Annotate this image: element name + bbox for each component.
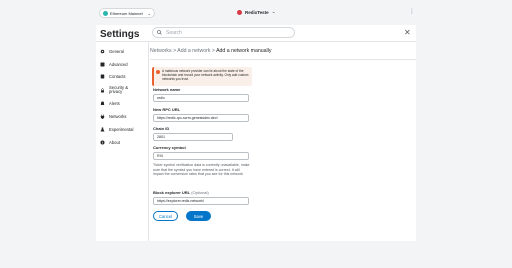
search-input[interactable]: Search xyxy=(152,27,295,38)
save-button[interactable]: Save xyxy=(186,211,211,221)
sidebar-item-label: Security & privacy xyxy=(109,84,129,95)
search-placeholder: Search xyxy=(166,29,182,36)
close-icon[interactable]: ✕ xyxy=(404,28,411,37)
account-name: RedixTeste xyxy=(245,9,269,15)
chain-id-value: 2801 xyxy=(157,135,165,139)
search-icon xyxy=(157,30,162,35)
bell-icon xyxy=(100,101,105,106)
account-menu[interactable]: RedixTeste ⌄ xyxy=(237,9,275,15)
network-selector[interactable]: Ethereum Mainnet ⌄ xyxy=(99,8,155,18)
network-name-label: Network name xyxy=(153,87,181,92)
explorer-optional: (Optional) xyxy=(191,190,209,195)
explorer-label: Block explorer URL (Optional) xyxy=(153,190,209,195)
sidebar-item-label: Experimental xyxy=(109,126,134,132)
book-icon xyxy=(100,74,105,79)
block-explorer-field[interactable]: https://explorer.redix.network/ xyxy=(153,197,249,205)
sidebar-item-label: Networks xyxy=(109,114,127,120)
sidebar-item-label: Alerts xyxy=(109,101,120,107)
rpc-url-value: https://redix-rpc-scrm.genesisdex.dev/ xyxy=(157,116,218,120)
breadcrumb-networks[interactable]: Networks xyxy=(150,48,172,54)
sidebar-item-general[interactable]: General xyxy=(96,45,146,58)
more-options-icon[interactable]: ⋮ xyxy=(409,8,415,15)
rpc-url-label: New RPC URL xyxy=(153,107,181,112)
network-name-value: redix xyxy=(157,96,165,100)
info-icon xyxy=(100,140,105,145)
chevron-down-icon: ⌄ xyxy=(147,10,151,16)
rpc-url-field[interactable]: https://redix-rpc-scrm.genesisdex.dev/ xyxy=(153,114,249,122)
network-name-field[interactable]: redix xyxy=(153,94,249,102)
settings-panel: Settings Search ✕ General Advanced Conta… xyxy=(96,25,416,241)
account-avatar-icon xyxy=(237,9,242,15)
sidebar-item-networks[interactable]: Networks xyxy=(96,110,146,123)
explorer-label-text: Block explorer URL xyxy=(153,190,191,195)
network-label: Ethereum Mainnet xyxy=(110,10,143,16)
sidebar-item-alerts[interactable]: Alerts xyxy=(96,97,146,110)
currency-symbol-value: RXI xyxy=(157,154,163,158)
breadcrumb-current: Add a network manually xyxy=(216,48,272,54)
plug-icon xyxy=(100,114,105,120)
sliders-icon xyxy=(100,62,105,67)
sidebar-item-label: Advanced xyxy=(109,61,128,67)
sidebar-divider xyxy=(148,42,149,241)
lock-icon xyxy=(101,88,104,93)
settings-sidebar: General Advanced Contacts Security & pri… xyxy=(96,45,146,149)
sidebar-item-label: About xyxy=(109,139,120,145)
network-dot-icon xyxy=(103,10,108,16)
warning-banner: A malicious network provider can lie abo… xyxy=(152,67,252,86)
warning-icon xyxy=(156,70,160,74)
sidebar-item-label: Contacts xyxy=(109,74,126,80)
flask-icon xyxy=(100,127,105,132)
currency-symbol-label: Currency symbol xyxy=(153,145,186,150)
sidebar-item-advanced[interactable]: Advanced xyxy=(96,58,146,71)
chevron-down-icon: ⌄ xyxy=(271,9,276,14)
chain-id-label: Chain ID xyxy=(153,126,170,131)
chain-id-field[interactable]: 2801 xyxy=(153,133,233,141)
breadcrumb-separator: > xyxy=(173,48,177,54)
header-divider xyxy=(96,41,416,42)
breadcrumb-add-network[interactable]: Add a network xyxy=(177,48,210,54)
sidebar-item-about[interactable]: About xyxy=(96,136,146,149)
currency-symbol-field[interactable]: RXI xyxy=(153,152,249,160)
sidebar-item-experimental[interactable]: Experimental xyxy=(96,123,146,136)
breadcrumb: Networks > Add a network > Add a network… xyxy=(150,48,271,54)
block-explorer-value: https://explorer.redix.network/ xyxy=(157,199,204,203)
breadcrumb-separator: > xyxy=(211,48,215,54)
symbol-note: Ticker symbol verification data is curre… xyxy=(153,163,250,177)
sidebar-item-contacts[interactable]: Contacts xyxy=(96,71,146,84)
top-bar: Ethereum Mainnet ⌄ RedixTeste ⌄ ⋮ xyxy=(0,0,512,25)
gear-icon xyxy=(100,49,105,54)
breadcrumb-divider xyxy=(150,59,416,60)
cancel-button[interactable]: Cancel xyxy=(153,211,178,221)
warning-text: A malicious network provider can lie abo… xyxy=(162,69,249,81)
sidebar-item-label: General xyxy=(109,48,124,54)
page-title: Settings xyxy=(100,29,140,40)
sidebar-item-security[interactable]: Security & privacy xyxy=(96,83,146,97)
